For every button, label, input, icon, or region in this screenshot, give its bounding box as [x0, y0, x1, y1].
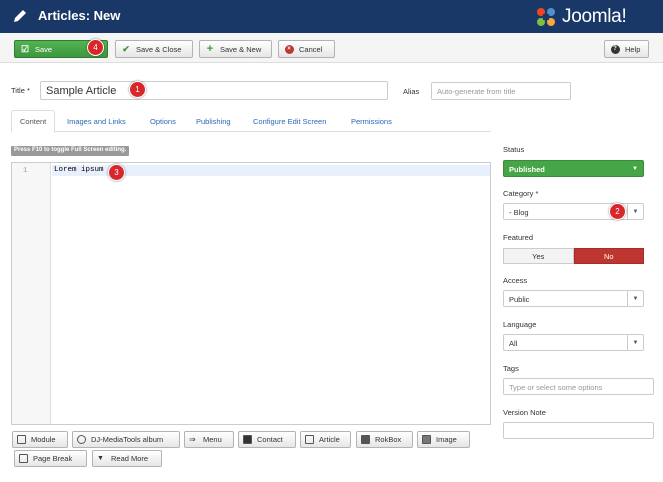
status-select[interactable]: Published ▼ [503, 160, 644, 177]
alias-placeholder: Auto-generate from title [437, 87, 516, 96]
category-label: Category * [503, 189, 539, 198]
article-icon [305, 435, 314, 444]
chevron-down-icon: ▼ [627, 335, 643, 350]
annotation-badge-2: 2 [609, 203, 626, 220]
chevron-down-icon: ▼ [627, 291, 643, 306]
joomla-logo: Joomla! [534, 4, 627, 30]
image-label: Image [436, 435, 457, 444]
save-label: Save [35, 44, 53, 54]
read-more-label: Read More [111, 454, 149, 463]
contact-label: Contact [257, 435, 283, 444]
media-icon [77, 435, 86, 444]
status-value: Published [509, 165, 545, 174]
annotation-badge-1: 1 [129, 81, 146, 98]
access-label: Access [503, 276, 528, 285]
read-more-button[interactable]: ▼ Read More [92, 450, 162, 467]
tab-options[interactable]: Options [142, 110, 184, 132]
help-button[interactable]: ? Help [604, 40, 649, 58]
help-icon: ? [609, 43, 621, 55]
dj-mediatools-label: DJ-MediaTools album [91, 435, 164, 444]
featured-toggle: Yes No [503, 248, 644, 264]
page-break-icon [19, 454, 28, 463]
article-button[interactable]: Article [300, 431, 351, 448]
save-close-button[interactable]: ✔ Save & Close [115, 40, 193, 58]
rokbox-label: RokBox [375, 435, 402, 444]
menu-button[interactable]: ⇒ Menu [184, 431, 234, 448]
line-gutter: 1 [12, 163, 51, 424]
alias-input[interactable]: Auto-generate from title [431, 82, 571, 100]
featured-label: Featured [503, 233, 534, 242]
cancel-icon: × [283, 43, 295, 55]
cancel-label: Cancel [299, 44, 323, 54]
save-new-button[interactable]: + Save & New [199, 40, 272, 58]
annotation-badge-4: 4 [87, 39, 104, 56]
featured-yes-button[interactable]: Yes [503, 248, 574, 264]
pencil-icon [14, 10, 26, 22]
tab-permissions[interactable]: Permissions [343, 110, 400, 132]
page-break-button[interactable]: Page Break [14, 450, 87, 467]
plus-icon: + [206, 43, 214, 55]
tab-content[interactable]: Content [11, 110, 56, 133]
dj-mediatools-button[interactable]: DJ-MediaTools album [72, 431, 180, 448]
chevron-down-icon: ▼ [632, 165, 638, 172]
status-label: Status [503, 145, 525, 154]
menu-label: Menu [203, 435, 222, 444]
editor-text[interactable]: Lorem ipsum [54, 166, 104, 174]
line-number: 1 [23, 167, 28, 175]
page-title: Articles: New [38, 8, 121, 23]
tags-input[interactable]: Type or select some options [503, 378, 654, 395]
help-label: Help [625, 44, 641, 54]
title-input[interactable]: Sample Article [40, 81, 388, 100]
joomla-logo-icon [537, 8, 555, 26]
save-icon: ☑ [20, 43, 30, 54]
tags-label: Tags [503, 364, 519, 373]
chevron-down-icon: ▼ [627, 204, 643, 219]
article-label: Article [319, 435, 340, 444]
tab-bar: Content Images and Links Options Publish… [11, 110, 491, 133]
language-select[interactable]: All ▼ [503, 334, 644, 351]
featured-no-button[interactable]: No [573, 248, 644, 264]
language-value: All [509, 339, 518, 348]
save-close-label: Save & Close [136, 44, 182, 54]
code-editor[interactable]: 1 Lorem ipsum [11, 162, 491, 425]
title-label: Title * [11, 86, 30, 95]
chevron-down-icon: ▼ [97, 455, 104, 462]
check-icon: ✔ [122, 43, 130, 54]
cancel-button[interactable]: × Cancel [278, 40, 335, 58]
module-button[interactable]: Module [12, 431, 68, 448]
version-note-label: Version Note [503, 408, 546, 417]
image-icon [422, 435, 431, 444]
page-break-label: Page Break [33, 454, 73, 463]
alias-label: Alias [403, 87, 420, 96]
tab-publishing[interactable]: Publishing [188, 110, 239, 132]
rokbox-button[interactable]: RokBox [356, 431, 413, 448]
version-note-input[interactable] [503, 422, 654, 439]
rokbox-icon [361, 435, 370, 444]
language-label: Language [503, 320, 537, 329]
contact-icon [243, 435, 252, 444]
save-new-label: Save & New [220, 44, 262, 54]
tab-images-links[interactable]: Images and Links [59, 110, 134, 132]
access-value: Public [509, 295, 530, 304]
tab-configure-edit-screen[interactable]: Configure Edit Screen [245, 110, 334, 132]
module-icon [17, 435, 26, 444]
module-label: Module [31, 435, 56, 444]
tags-placeholder: Type or select some options [509, 383, 603, 392]
fullscreen-hint: Press F10 to toggle Full Screen editing. [11, 146, 130, 156]
logo-text: Joomla! [562, 6, 627, 27]
header-bar: Articles: New Joomla! [0, 0, 663, 33]
contact-button[interactable]: Contact [238, 431, 296, 448]
category-value: - Blog [509, 208, 529, 217]
annotation-badge-3: 3 [108, 164, 125, 181]
image-button[interactable]: Image [417, 431, 470, 448]
access-select[interactable]: Public ▼ [503, 290, 644, 307]
arrow-icon: ⇒ [189, 435, 196, 444]
